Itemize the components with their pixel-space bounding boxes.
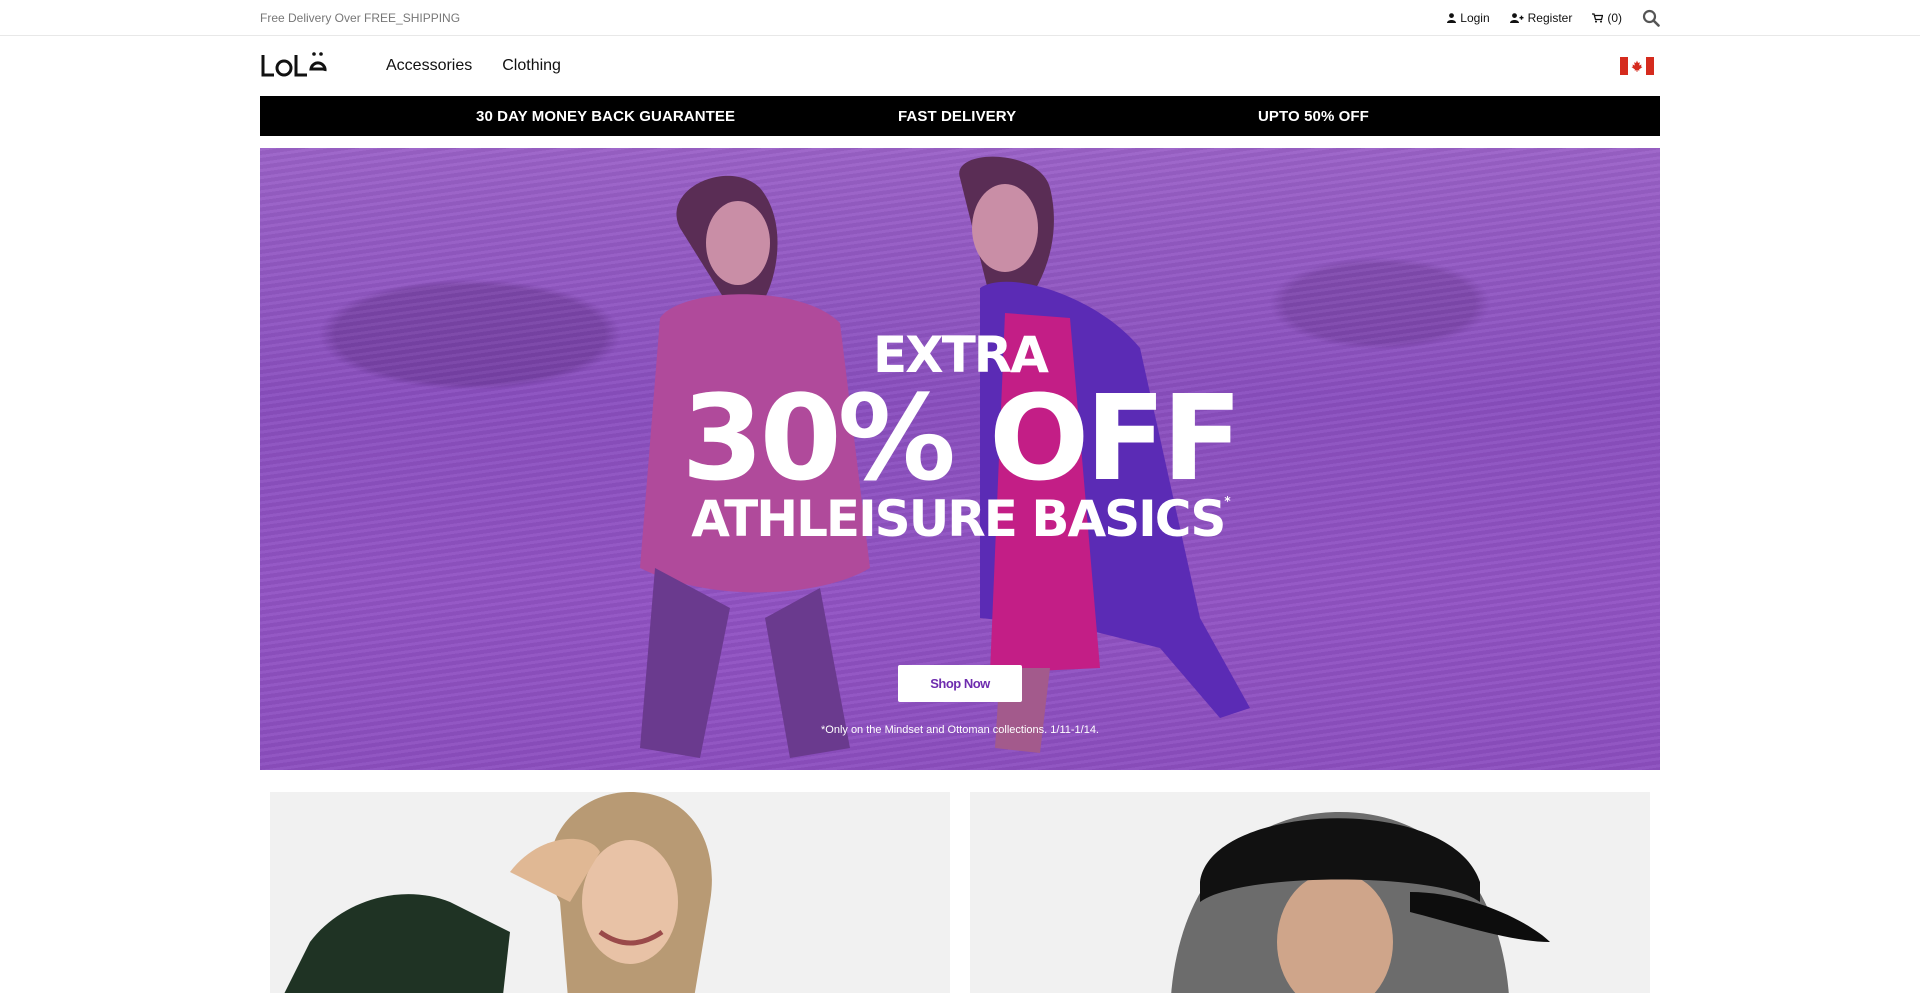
- canada-flag-icon[interactable]: [1620, 57, 1654, 75]
- free-delivery-promo: Free Delivery Over FREE_SHIPPING: [260, 11, 461, 25]
- login-label: Login: [1460, 11, 1490, 25]
- register-link[interactable]: Register: [1509, 11, 1573, 25]
- main-nav: Accessories Clothing: [386, 57, 561, 75]
- cart-count: (0): [1607, 11, 1622, 25]
- hero-asterisk: *: [1224, 494, 1230, 508]
- category-card-women[interactable]: [270, 792, 950, 993]
- category-cards: [260, 792, 1660, 993]
- hero-line-category: ATHLEISURE BASICS*: [260, 490, 1660, 548]
- benefit-money-back: 30 DAY MONEY BACK GUARANTEE: [476, 107, 736, 125]
- cart-icon: [1592, 13, 1604, 23]
- man-model-image: [1171, 812, 1550, 993]
- benefit-discount: UPTO 50% OFF: [1258, 107, 1369, 125]
- category-card-men[interactable]: [970, 792, 1650, 993]
- site-header: Accessories Clothing: [0, 36, 1920, 96]
- search-icon: [1642, 9, 1660, 27]
- hero-banner[interactable]: EXTRA 30% OFF ATHLEISURE BASICS* Shop No…: [260, 148, 1660, 770]
- hero-category-text: ATHLEISURE BASICS: [691, 490, 1226, 548]
- nav-clothing[interactable]: Clothing: [502, 57, 561, 75]
- shop-now-button[interactable]: Shop Now: [898, 665, 1022, 702]
- woman-model-image: [284, 792, 712, 993]
- search-button[interactable]: [1642, 9, 1660, 27]
- hero-disclaimer: *Only on the Mindset and Ottoman collect…: [820, 724, 1099, 736]
- cart-link[interactable]: (0): [1592, 11, 1622, 25]
- lole-logo[interactable]: [260, 51, 340, 81]
- register-label: Register: [1527, 11, 1573, 25]
- account-links: Login Register (0): [1447, 9, 1660, 27]
- benefit-fast-delivery: FAST DELIVERY: [898, 107, 1017, 125]
- nav-accessories[interactable]: Accessories: [386, 57, 472, 75]
- user-icon: [1447, 13, 1457, 23]
- user-plus-icon: [1509, 13, 1524, 23]
- top-bar: Free Delivery Over FREE_SHIPPING Login R…: [0, 0, 1920, 36]
- benefits-strip: 30 DAY MONEY BACK GUARANTEE FAST DELIVER…: [260, 96, 1660, 136]
- login-link[interactable]: Login: [1447, 11, 1490, 25]
- hero-line-discount: 30% OFF: [681, 369, 1242, 507]
